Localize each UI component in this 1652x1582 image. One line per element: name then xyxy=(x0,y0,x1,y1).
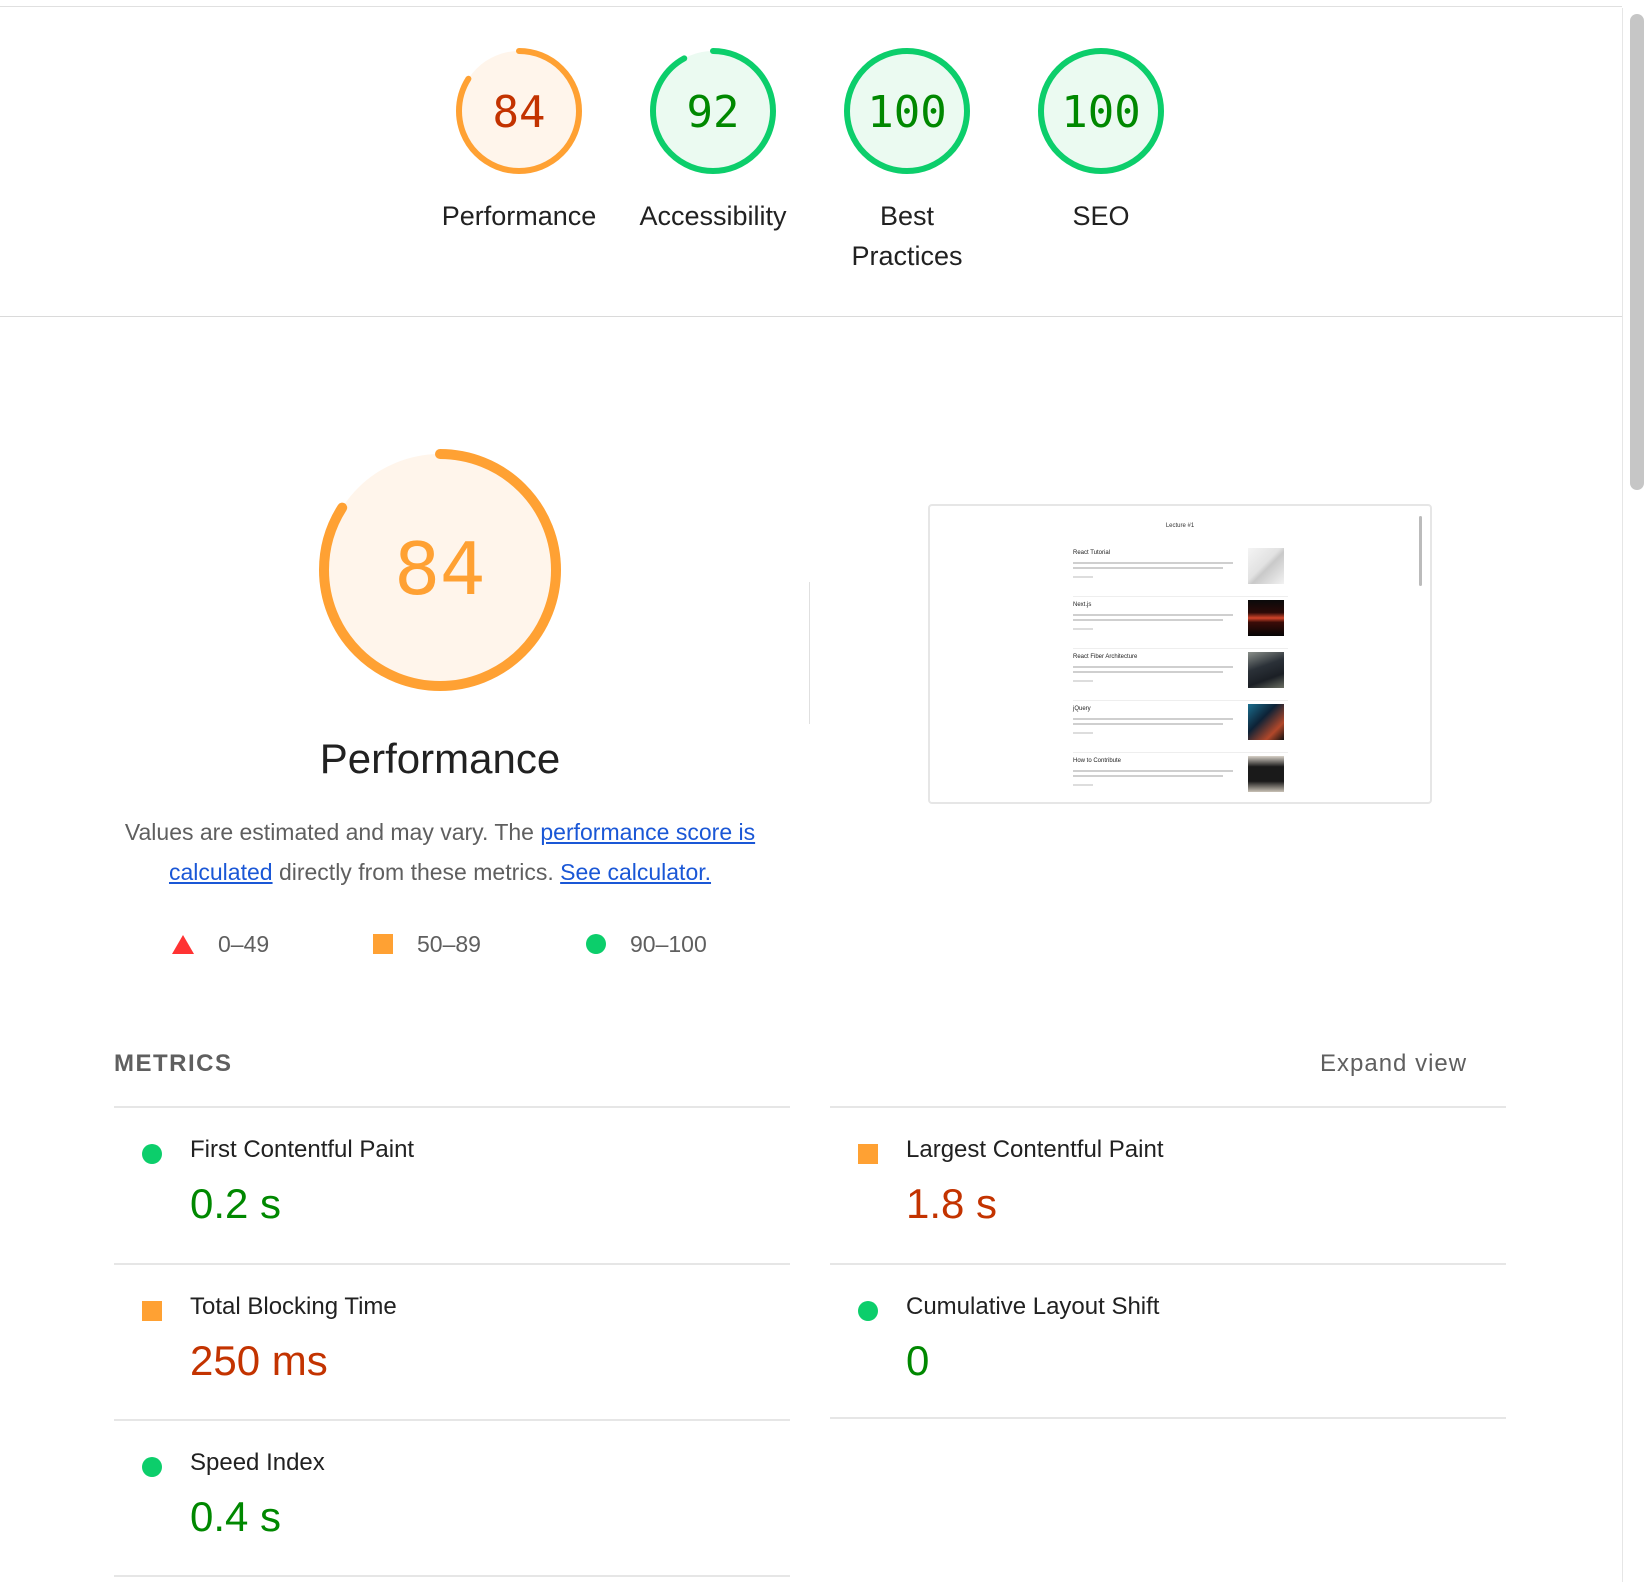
legend-range: 50–89 xyxy=(417,930,481,957)
screenshot-list-item: React Tutorial xyxy=(1073,548,1288,597)
metric-value: 0.4 s xyxy=(190,1493,282,1540)
category-score: 100 xyxy=(867,87,946,138)
page-scrollbar-thumb[interactable] xyxy=(1630,14,1644,490)
circle-icon xyxy=(142,1457,162,1477)
metric-value: 1.8 s xyxy=(906,1180,998,1227)
metric-cumulative-layout-shift: Cumulative Layout Shift 0 xyxy=(830,1265,1506,1420)
category-gauge-accessibility[interactable]: 92 Accessibility xyxy=(618,46,808,236)
category-label: Best Practices xyxy=(851,201,963,271)
circle-icon xyxy=(586,934,606,954)
metric-value: 0.2 s xyxy=(190,1180,282,1227)
screenshot-item-title: jQuery xyxy=(1073,706,1091,712)
laptop-image-icon xyxy=(1248,652,1284,688)
category-label: Performance xyxy=(441,201,597,231)
metric-divider xyxy=(114,1575,790,1577)
category-score: 92 xyxy=(687,87,740,138)
category-gauge-best-practices[interactable]: 100 Best Practices xyxy=(812,46,1002,276)
legend-pass: 90–100 xyxy=(586,928,707,960)
screenshot-item-title: React Fiber Architecture xyxy=(1073,654,1138,660)
metric-name: Speed Index xyxy=(190,1449,325,1476)
screenshot-list-item: jQuery xyxy=(1073,704,1288,753)
metric-name: Total Blocking Time xyxy=(190,1293,397,1320)
description-text: Values are estimated and may vary. The xyxy=(124,819,541,845)
category-label: Accessibility xyxy=(639,201,787,231)
metrics-heading: METRICS xyxy=(114,1050,233,1077)
square-icon xyxy=(373,934,393,954)
score-gauge-icon: 92 xyxy=(650,48,776,174)
metric-name: Cumulative Layout Shift xyxy=(906,1293,1160,1320)
category-score: 100 xyxy=(1061,87,1140,138)
expand-view-toggle[interactable]: Expand view xyxy=(1320,1050,1467,1078)
performance-score: 84 xyxy=(394,527,486,611)
dark-red-image-icon xyxy=(1248,600,1284,636)
circle-icon xyxy=(142,1144,162,1164)
screenshot-list-item: Next.js xyxy=(1073,600,1288,649)
metric-divider xyxy=(830,1417,1506,1419)
metric-name: First Contentful Paint xyxy=(190,1136,415,1163)
legend-fail: 0–49 xyxy=(172,928,269,960)
legend-range: 0–49 xyxy=(218,930,270,957)
screenshot-item-title: Next.js xyxy=(1073,602,1092,608)
screenshot-list-item: React Fiber Architecture xyxy=(1073,652,1288,701)
description-text: directly from these metrics. xyxy=(272,859,561,885)
final-screenshot[interactable]: Lecture #1 React Tutorial Next.js React … xyxy=(928,504,1432,804)
see-calculator-link[interactable]: See calculator. xyxy=(560,859,711,885)
category-gauge-performance[interactable]: 84 Performance xyxy=(424,46,614,236)
paper-image-icon xyxy=(1248,548,1284,584)
score-gauge-icon: 84 xyxy=(456,48,582,174)
circle-icon xyxy=(858,1301,878,1321)
screenshot-item-title: React Tutorial xyxy=(1073,550,1111,556)
category-score: 84 xyxy=(493,87,546,138)
monitor-image-icon xyxy=(1248,756,1284,792)
category-gauge-seo[interactable]: 100 SEO xyxy=(1006,46,1196,236)
metric-largest-contentful-paint: Largest Contentful Paint 1.8 s xyxy=(830,1108,1506,1263)
legend-average: 50–89 xyxy=(373,928,481,960)
performance-gauge-icon: 84 xyxy=(319,449,561,691)
metric-speed-index: Speed Index 0.4 s xyxy=(114,1421,790,1576)
performance-title: Performance xyxy=(319,735,561,782)
performance-gauge: 84 xyxy=(312,442,568,703)
metric-total-blocking-time: Total Blocking Time 250 ms xyxy=(114,1265,790,1420)
category-label: SEO xyxy=(1072,201,1130,231)
top-divider xyxy=(0,6,1622,7)
metric-first-contentful-paint: First Contentful Paint 0.2 s xyxy=(114,1108,790,1263)
score-gauge-icon: 100 xyxy=(844,48,970,174)
square-icon xyxy=(858,1144,878,1164)
screenshot-title: Lecture #1 xyxy=(1165,523,1195,529)
metric-value: 250 ms xyxy=(190,1337,328,1384)
screenshot-item-title: How to Contribute xyxy=(1073,758,1122,764)
triangle-icon xyxy=(172,934,194,954)
performance-description: Values are estimated and may vary. The p… xyxy=(110,812,770,892)
score-gauge-icon: 100 xyxy=(1038,48,1164,174)
square-icon xyxy=(142,1301,162,1321)
category-summary: 84 Performance 92 Accessibility 100 Best… xyxy=(0,8,1622,317)
legend-range: 90–100 xyxy=(630,930,707,957)
metric-value: 0 xyxy=(906,1337,930,1384)
vertical-divider xyxy=(809,582,810,724)
keyboard-image-icon xyxy=(1248,704,1284,740)
screenshot-list-item: How to Contribute xyxy=(1073,756,1288,802)
metric-name: Largest Contentful Paint xyxy=(906,1136,1164,1163)
